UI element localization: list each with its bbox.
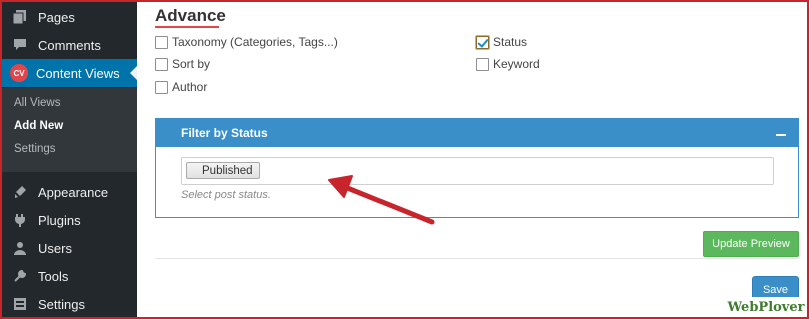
- submenu-item-all-views[interactable]: All Views: [14, 97, 60, 109]
- sidebar-item-appearance[interactable]: Appearance: [2, 178, 137, 206]
- sidebar-item-comments[interactable]: Comments: [2, 31, 137, 59]
- sidebar-item-label: Plugins: [38, 212, 81, 228]
- option-keyword[interactable]: Keyword: [476, 57, 540, 71]
- content-views-icon: CV: [10, 64, 28, 82]
- option-taxonomy[interactable]: Taxonomy (Categories, Tags...): [155, 35, 338, 49]
- submenu-item-add-new[interactable]: Add New: [14, 120, 63, 132]
- status-select-field[interactable]: Published: [181, 157, 774, 185]
- tools-icon: [11, 267, 29, 285]
- settings-icon: [11, 295, 29, 313]
- collapse-icon[interactable]: [776, 134, 786, 136]
- sidebar-item-content-views[interactable]: CV Content Views: [2, 59, 137, 87]
- watermark-logo: WebPlover: [725, 297, 807, 317]
- users-icon: [11, 239, 29, 257]
- taxonomy-checkbox[interactable]: [155, 35, 168, 49]
- filter-by-status-panel: Filter by Status Published Select post s…: [155, 118, 799, 218]
- sidebar-item-plugins[interactable]: Plugins: [2, 206, 137, 234]
- main-content: Advance Taxonomy (Categories, Tags...) S…: [137, 2, 807, 317]
- sidebar-item-settings[interactable]: Settings: [2, 290, 137, 318]
- admin-sidebar: Pages Comments CV Content Views All View…: [2, 2, 137, 317]
- submenu-item-settings[interactable]: Settings: [14, 143, 56, 155]
- selected-status-tag[interactable]: Published: [186, 162, 260, 179]
- option-label: Author: [172, 80, 208, 94]
- option-status[interactable]: Status: [476, 35, 527, 49]
- sidebar-item-label: Settings: [38, 296, 85, 312]
- option-label: Taxonomy (Categories, Tags...): [172, 35, 338, 49]
- option-sort-by[interactable]: Sort by: [155, 57, 210, 71]
- sidebar-item-label: Users: [38, 240, 72, 256]
- content-views-submenu: All Views Add New Settings: [2, 88, 137, 172]
- sidebar-item-label: Content Views: [36, 65, 120, 81]
- title-underline: [155, 26, 219, 28]
- sidebar-item-label: Comments: [38, 37, 101, 53]
- divider: [155, 258, 799, 259]
- option-author[interactable]: Author: [155, 80, 207, 94]
- section-title: Advance: [155, 6, 226, 25]
- option-label: Status: [493, 35, 528, 49]
- sidebar-item-pages[interactable]: Pages: [2, 3, 137, 31]
- plugins-icon: [11, 211, 29, 229]
- panel-title: Filter by Status: [181, 126, 268, 140]
- comments-icon: [11, 36, 29, 54]
- pages-icon: [11, 8, 29, 26]
- option-label: Keyword: [493, 57, 540, 71]
- sidebar-item-label: Tools: [38, 268, 69, 284]
- sidebar-item-label: Pages: [38, 9, 75, 25]
- sidebar-item-users[interactable]: Users: [2, 234, 137, 262]
- sidebar-item-label: Appearance: [38, 184, 109, 200]
- keyword-checkbox[interactable]: [476, 57, 489, 71]
- update-preview-button[interactable]: Update Preview: [703, 231, 799, 257]
- sidebar-item-tools[interactable]: Tools: [2, 262, 137, 290]
- appearance-icon: [11, 183, 29, 201]
- status-checkbox[interactable]: [476, 35, 489, 49]
- status-help-text: Select post status.: [181, 189, 271, 201]
- panel-header[interactable]: Filter by Status: [156, 119, 798, 147]
- sort-by-checkbox[interactable]: [155, 57, 168, 71]
- author-checkbox[interactable]: [155, 80, 168, 94]
- option-label: Sort by: [172, 57, 211, 71]
